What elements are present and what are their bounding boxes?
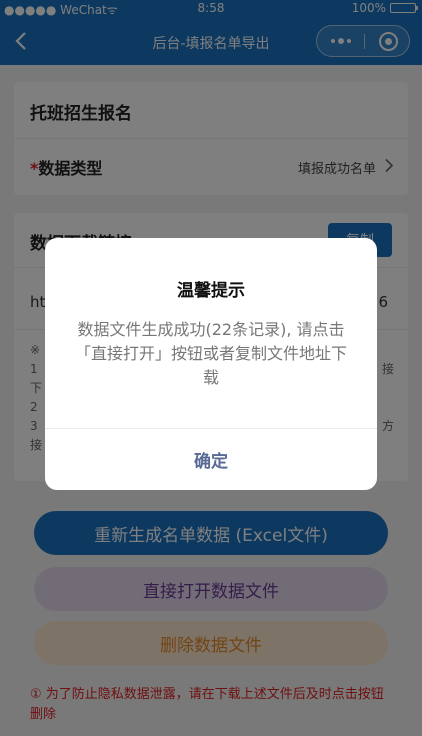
dialog-title: 温馨提示 xyxy=(177,281,245,301)
confirm-button[interactable]: 确定 xyxy=(45,429,377,490)
alert-dialog: 温馨提示 数据文件生成成功(22条记录), 请点击「直接打开」按钮或者复制文件地… xyxy=(45,238,377,490)
dialog-message: 数据文件生成成功(22条记录), 请点击「直接打开」按钮或者复制文件地址下载 xyxy=(74,320,347,387)
page: ●●●●● WeChatᯤ 8:58 100% 后台-填报名单导出 托班招生报名… xyxy=(0,0,422,736)
